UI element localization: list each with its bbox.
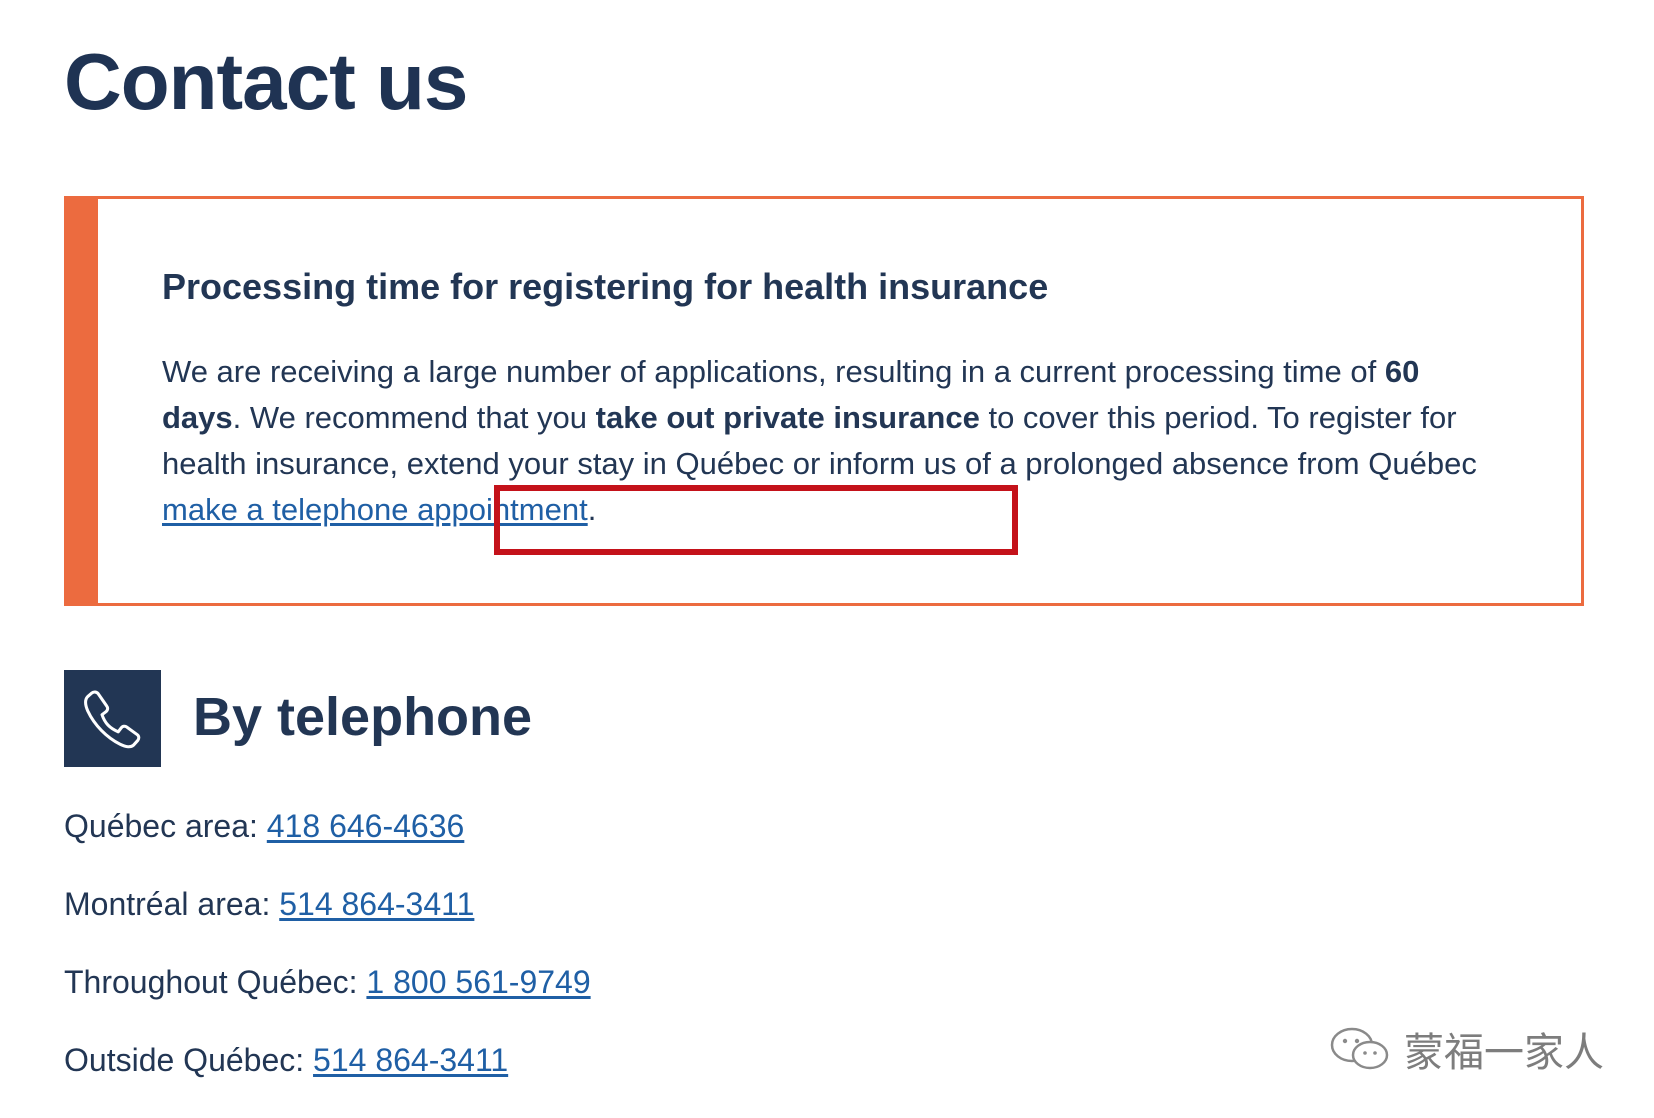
- wechat-icon: [1330, 1027, 1389, 1070]
- phone-number-link-toll-free[interactable]: 1 800 561-9749: [366, 964, 590, 1000]
- watermark-text: 蒙福一家人: [1404, 1030, 1604, 1076]
- private-insurance-emphasis: take out private insurance: [595, 400, 980, 435]
- phone-number-link-montreal[interactable]: 514 864-3411: [279, 886, 474, 922]
- watermark: 蒙福一家人: [1328, 1020, 1604, 1078]
- telephone-icon-tile: [64, 670, 161, 767]
- phone-line-quebec: Québec area: 418 646-4636: [64, 806, 464, 846]
- alert-text-1: We are receiving a large number of appli…: [162, 354, 1385, 389]
- phone-line-label: Montréal area:: [64, 886, 280, 922]
- phone-line-throughout-quebec: Throughout Québec: 1 800 561-9749: [64, 962, 591, 1002]
- page-title: Contact us: [64, 37, 468, 126]
- phone-line-label: Québec area:: [64, 808, 267, 844]
- telephone-section-title: By telephone: [193, 687, 533, 747]
- phone-line-label: Outside Québec:: [64, 1042, 314, 1078]
- alert-text-2: . We recommend that you: [232, 400, 596, 435]
- alert-title: Processing time for registering for heal…: [162, 266, 1049, 307]
- phone-line-outside-quebec: Outside Québec: 514 864-3411: [64, 1040, 508, 1080]
- phone-line-montreal: Montréal area: 514 864-3411: [64, 884, 474, 924]
- link-highlight-box: [494, 485, 1018, 555]
- phone-icon: [84, 690, 141, 749]
- alert-accent-stripe: [67, 199, 98, 603]
- phone-line-label: Throughout Québec:: [64, 964, 367, 1000]
- phone-number-link-quebec[interactable]: 418 646-4636: [267, 808, 465, 844]
- phone-number-link-outside-quebec[interactable]: 514 864-3411: [313, 1042, 508, 1078]
